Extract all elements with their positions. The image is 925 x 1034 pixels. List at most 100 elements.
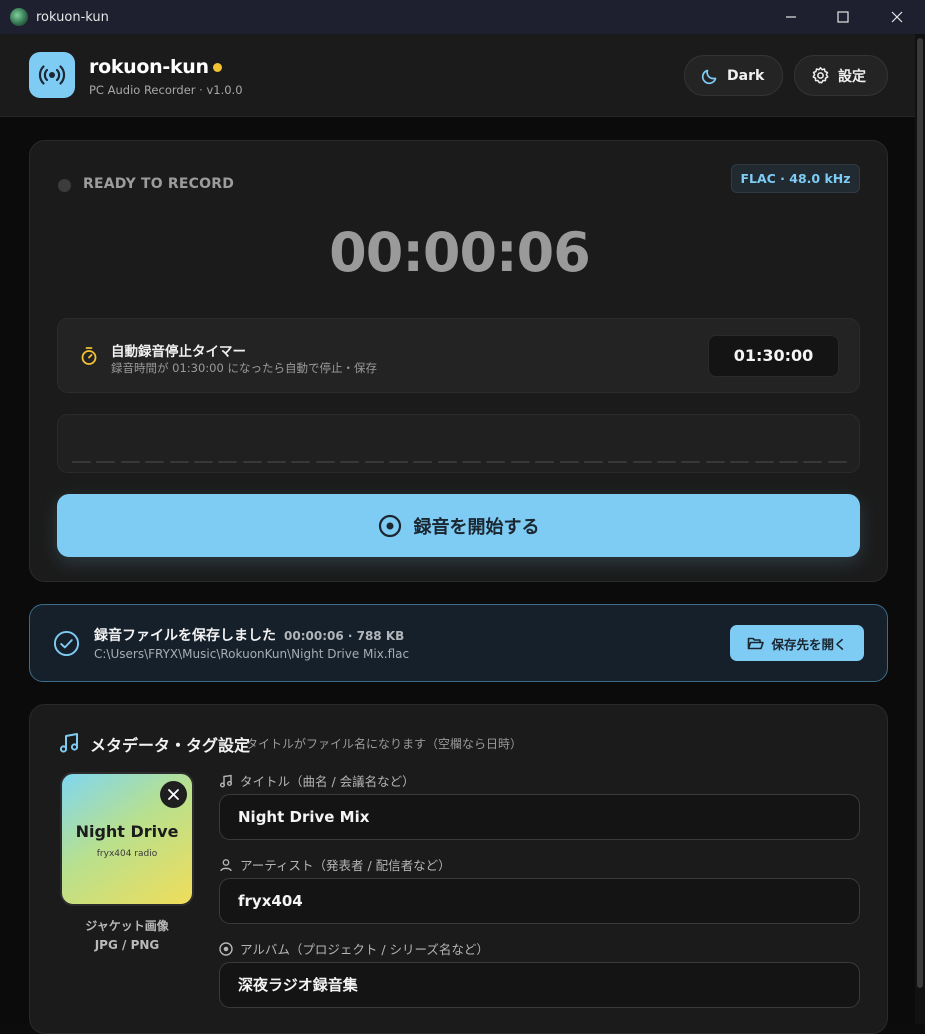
jacket-art-subtitle: fryx404 radio: [96, 849, 158, 859]
waveform-bar: [193, 461, 213, 463]
waveform-meter: [57, 414, 860, 473]
album-label-text: アルバム（プロジェクト / シリーズ名など）: [240, 942, 489, 957]
scrollbar[interactable]: [915, 34, 925, 1024]
waveform-bar: [96, 461, 116, 463]
waveform-bar: [705, 461, 725, 463]
waveform-bar: [486, 461, 506, 463]
jacket-formats: JPG / PNG: [94, 938, 160, 952]
remove-jacket-button[interactable]: [160, 781, 187, 808]
waveform-bar: [657, 461, 676, 463]
jacket-art-title: Night Drive: [75, 822, 179, 841]
waveform-bar: [510, 461, 530, 463]
waveform-bar: [608, 461, 628, 463]
title-input[interactable]: Night Drive Mix: [219, 794, 860, 840]
gear-icon: [812, 66, 829, 84]
waveform-bar: [730, 461, 750, 463]
app-name: rokuon-kun: [89, 56, 222, 78]
saved-notice: 録音ファイルを保存しました 00:00:06 · 788 KB C:\Users\…: [29, 604, 888, 682]
theme-label: Dark: [727, 67, 765, 84]
waveform-bar: [340, 461, 360, 463]
waveform-bar: [145, 461, 165, 463]
waveform-bar: [827, 461, 847, 463]
app-icon: [10, 8, 28, 26]
maximize-button[interactable]: [816, 0, 870, 34]
saved-title: 録音ファイルを保存しました 00:00:06 · 788 KB: [94, 628, 405, 644]
settings-button[interactable]: 設定: [794, 55, 888, 96]
waveform-bar: [364, 461, 384, 463]
waveform-bar: [413, 461, 433, 463]
waveform-bar: [559, 461, 579, 463]
recording-status: READY TO RECORD: [83, 176, 235, 192]
waveform-bars: [72, 461, 847, 464]
close-icon: [891, 11, 903, 23]
waveform-bar: [754, 461, 774, 463]
close-icon: [168, 789, 179, 800]
app-body: rokuon-kun PC Audio Recorder · v1.0.0 Da…: [0, 34, 915, 1034]
waveform-bar: [388, 461, 408, 463]
check-circle-icon: [53, 630, 80, 657]
stopwatch-icon: [81, 347, 97, 365]
maximize-icon: [837, 11, 849, 23]
theme-toggle-button[interactable]: Dark: [684, 55, 783, 96]
status-dot: [212, 63, 222, 72]
auto-timer-description: 録音時間が 01:30:00 になったら自動で停止・保存: [111, 361, 377, 375]
artist-label-text: アーティスト（発表者 / 配信者など）: [240, 858, 451, 873]
auto-timer-input[interactable]: 01:30:00: [708, 335, 839, 377]
waveform-bar: [120, 461, 140, 463]
album-field-label: アルバム（プロジェクト / シリーズ名など）: [219, 939, 489, 958]
app-subtitle: PC Audio Recorder · v1.0.0: [89, 83, 243, 97]
open-folder-button[interactable]: 保存先を開く: [730, 625, 864, 661]
open-folder-label: 保存先を開く: [771, 636, 847, 652]
metadata-title: メタデータ・タグ設定: [90, 736, 251, 755]
jacket-label-text: ジャケット画像: [85, 919, 169, 933]
title-label-text: タイトル（曲名 / 会議名など）: [240, 774, 415, 789]
saved-meta: 00:00:06 · 788 KB: [284, 629, 405, 643]
saved-path: C:\Users\FRYX\Music\RokuonKun\Night Driv…: [94, 647, 410, 661]
auto-timer-label: 自動録音停止タイマー: [111, 344, 246, 360]
waveform-bar: [72, 461, 91, 463]
waveform-bar: [803, 461, 823, 463]
start-recording-button[interactable]: 録音を開始する: [57, 494, 860, 557]
waveform-bar: [437, 461, 457, 463]
disc-icon: [219, 941, 233, 956]
app-header: rokuon-kun PC Audio Recorder · v1.0.0 Da…: [0, 34, 915, 117]
jacket-image[interactable]: Night Drive fryx404 radio: [60, 772, 194, 906]
waveform-bar: [315, 461, 335, 463]
album-input[interactable]: 深夜ラジオ録音集: [219, 962, 860, 1008]
waveform-bar: [291, 461, 311, 463]
metadata-panel: メタデータ・タグ設定 タイトルがファイル名になります（空欄なら日時） Night…: [29, 704, 888, 1034]
auto-stop-timer: 自動録音停止タイマー 録音時間が 01:30:00 になったら自動で停止・保存 …: [57, 318, 860, 393]
waveform-bar: [462, 461, 481, 463]
recorder-panel: READY TO RECORD FLAC · 48.0 kHz 00:00:06…: [29, 140, 888, 582]
music-notes-icon: [59, 733, 79, 753]
waveform-bar: [632, 461, 652, 463]
broadcast-icon: [29, 52, 75, 98]
minimize-button[interactable]: [764, 0, 818, 34]
artist-field-label: アーティスト（発表者 / 配信者など）: [219, 855, 451, 874]
waveform-bar: [778, 461, 798, 463]
window-title: rokuon-kun: [36, 9, 109, 25]
music-note-icon: [220, 774, 232, 787]
waveform-bar: [169, 461, 189, 463]
metadata-hint: タイトルがファイル名になります（空欄なら日時）: [246, 737, 523, 751]
moon-icon: [701, 69, 717, 84]
record-icon: [378, 514, 401, 537]
start-recording-label: 録音を開始する: [413, 516, 540, 538]
recording-indicator: [58, 179, 71, 192]
folder-open-icon: [748, 637, 765, 649]
settings-label: 設定: [838, 68, 866, 85]
elapsed-time: 00:00:06: [329, 221, 591, 284]
waveform-bar: [583, 461, 603, 463]
artist-input[interactable]: fryx404: [219, 878, 860, 924]
waveform-bar: [681, 461, 701, 463]
scrollbar-thumb[interactable]: [917, 38, 923, 988]
waveform-bar: [535, 461, 555, 463]
waveform-bar: [267, 461, 286, 463]
window-titlebar: rokuon-kun: [0, 0, 925, 34]
title-field-label: タイトル（曲名 / 会議名など）: [219, 771, 415, 790]
format-badge: FLAC · 48.0 kHz: [731, 164, 860, 193]
minimize-icon: [786, 16, 796, 18]
waveform-bar: [242, 461, 262, 463]
close-button[interactable]: [870, 0, 924, 34]
waveform-bar: [218, 461, 238, 463]
